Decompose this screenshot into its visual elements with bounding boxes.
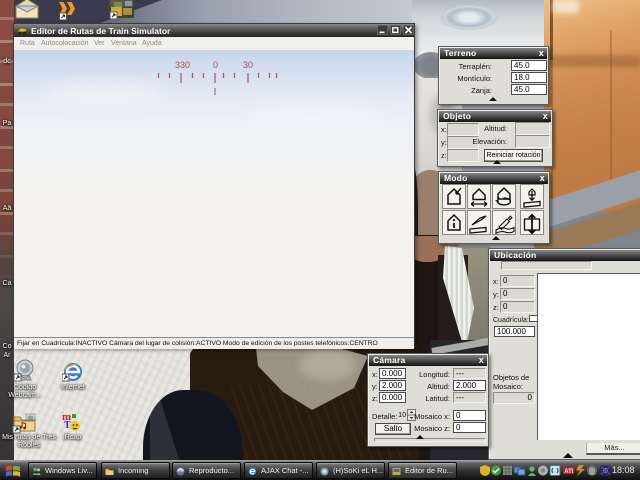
svg-text:T: T (64, 420, 71, 431)
svg-text:ATI: ATI (564, 469, 574, 475)
